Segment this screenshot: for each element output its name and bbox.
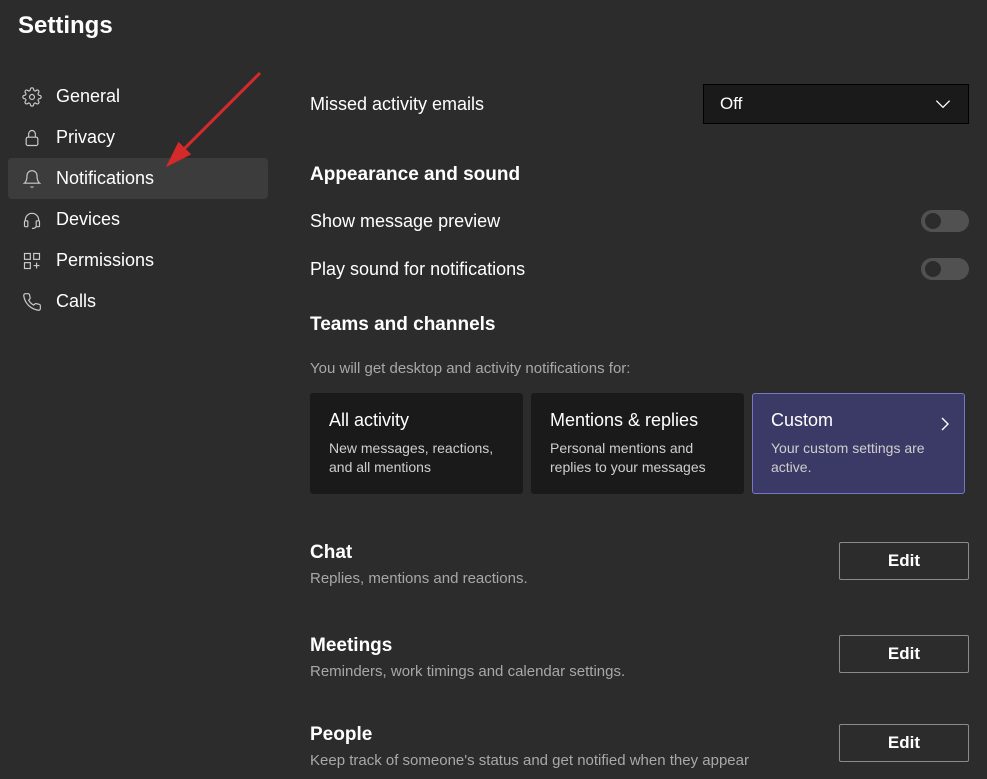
chat-desc: Replies, mentions and reactions. bbox=[310, 570, 528, 587]
people-section: People Keep track of someone's status an… bbox=[310, 724, 969, 769]
phone-icon bbox=[22, 292, 42, 312]
play-sound-toggle[interactable] bbox=[921, 258, 969, 280]
meetings-section: Meetings Reminders, work timings and cal… bbox=[310, 635, 969, 680]
settings-content: Missed activity emails Off Appearance an… bbox=[268, 56, 987, 779]
appearance-title: Appearance and sound bbox=[310, 164, 969, 186]
teams-cards: All activity New messages, reactions, an… bbox=[310, 393, 969, 494]
page-title: Settings bbox=[18, 12, 969, 40]
people-desc: Keep track of someone's status and get n… bbox=[310, 752, 749, 769]
meetings-desc: Reminders, work timings and calendar set… bbox=[310, 663, 625, 680]
card-mentions-replies[interactable]: Mentions & replies Personal mentions and… bbox=[531, 393, 744, 494]
meetings-edit-button[interactable]: Edit bbox=[839, 635, 969, 673]
play-sound-label: Play sound for notifications bbox=[310, 259, 525, 280]
sidebar-item-notifications[interactable]: Notifications bbox=[8, 158, 268, 199]
grid-icon bbox=[22, 251, 42, 271]
sidebar-item-label: Devices bbox=[56, 209, 120, 230]
card-desc: Your custom settings are active. bbox=[771, 439, 946, 477]
message-preview-row: Show message preview bbox=[310, 210, 969, 232]
sidebar-item-devices[interactable]: Devices bbox=[8, 199, 268, 240]
settings-sidebar: General Privacy Notifications Devices Pe… bbox=[0, 56, 268, 779]
card-all-activity[interactable]: All activity New messages, reactions, an… bbox=[310, 393, 523, 494]
message-preview-toggle[interactable] bbox=[921, 210, 969, 232]
missed-activity-row: Missed activity emails Off bbox=[310, 84, 969, 124]
bell-icon bbox=[22, 169, 42, 189]
card-title: All activity bbox=[329, 410, 504, 431]
message-preview-label: Show message preview bbox=[310, 211, 500, 232]
sidebar-item-label: General bbox=[56, 86, 120, 107]
card-desc: Personal mentions and replies to your me… bbox=[550, 439, 725, 477]
card-title: Custom bbox=[771, 410, 946, 431]
sidebar-item-label: Notifications bbox=[56, 168, 154, 189]
chat-section: Chat Replies, mentions and reactions. Ed… bbox=[310, 542, 969, 587]
sidebar-item-permissions[interactable]: Permissions bbox=[8, 240, 268, 281]
sidebar-item-privacy[interactable]: Privacy bbox=[8, 117, 268, 158]
card-title: Mentions & replies bbox=[550, 410, 725, 431]
settings-header: Settings bbox=[0, 0, 987, 56]
missed-activity-label: Missed activity emails bbox=[310, 94, 484, 115]
teams-title: Teams and channels bbox=[310, 314, 969, 336]
play-sound-row: Play sound for notifications bbox=[310, 258, 969, 280]
meetings-title: Meetings bbox=[310, 635, 625, 657]
chat-title: Chat bbox=[310, 542, 528, 564]
people-edit-button[interactable]: Edit bbox=[839, 724, 969, 762]
chevron-down-icon bbox=[934, 99, 952, 109]
people-title: People bbox=[310, 724, 749, 746]
card-desc: New messages, reactions, and all mention… bbox=[329, 439, 504, 477]
chat-edit-button[interactable]: Edit bbox=[839, 542, 969, 580]
dropdown-value: Off bbox=[720, 94, 742, 114]
card-custom[interactable]: Custom Your custom settings are active. bbox=[752, 393, 965, 494]
sidebar-item-label: Privacy bbox=[56, 127, 115, 148]
gear-icon bbox=[22, 87, 42, 107]
chevron-right-icon bbox=[940, 416, 950, 432]
headset-icon bbox=[22, 210, 42, 230]
sidebar-item-general[interactable]: General bbox=[8, 76, 268, 117]
sidebar-item-label: Permissions bbox=[56, 250, 154, 271]
lock-icon bbox=[22, 128, 42, 148]
teams-subtitle: You will get desktop and activity notifi… bbox=[310, 360, 969, 377]
sidebar-item-calls[interactable]: Calls bbox=[8, 281, 268, 322]
sidebar-item-label: Calls bbox=[56, 291, 96, 312]
missed-activity-dropdown[interactable]: Off bbox=[703, 84, 969, 124]
